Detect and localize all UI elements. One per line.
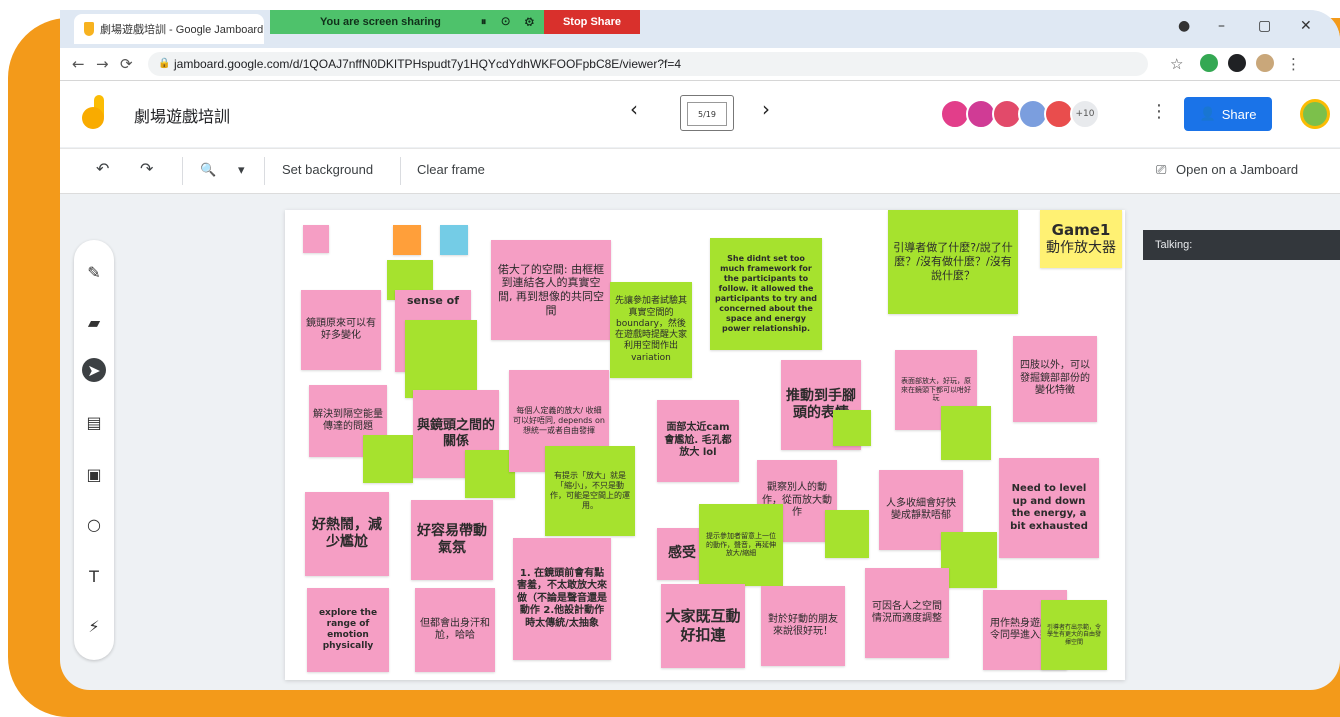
sticky-note[interactable]: 引導者做了什麼?/說了什麼？/沒有做什麼？/沒有說什麼？: [888, 210, 1018, 314]
frame-bar-button[interactable]: 5/19: [680, 95, 734, 131]
sticky-note-small[interactable]: [941, 532, 997, 588]
screen-share-text: You are screen sharing: [320, 16, 441, 28]
toolbar-divider: [264, 157, 265, 185]
share-controls-icon[interactable]: ⏸ ⊙ ⚙: [481, 16, 540, 29]
sticky-note-small[interactable]: [440, 225, 468, 255]
sticky-note[interactable]: 引導者冇出示範，令學生有更大的自由發揮空間: [1041, 600, 1107, 670]
share-button[interactable]: 👤 Share: [1184, 97, 1272, 131]
sticky-note-small[interactable]: [465, 450, 515, 498]
laser-tool-icon[interactable]: ⚡: [82, 614, 106, 638]
minimize-icon[interactable]: –: [1218, 18, 1225, 34]
extensions-puzzle-icon[interactable]: [1228, 54, 1246, 72]
sticky-note[interactable]: explore the range of emotion physically: [307, 588, 389, 672]
sticky-note-small[interactable]: [825, 510, 869, 558]
sticky-note[interactable]: She didnt set too much framework for the…: [710, 238, 822, 350]
sticky-note[interactable]: 1. 在鏡頭前會有點害羞，不太敢放大來做（不論是聲音還是動作 2.他設計動作時太…: [513, 538, 611, 660]
sticky-note-small[interactable]: [393, 225, 421, 255]
jamboard-favicon-icon: [84, 22, 94, 36]
tab-bar: 劇場遊戲培訓 - Google Jamboard You are screen …: [60, 10, 1340, 48]
jamboard-logo-icon[interactable]: [82, 95, 110, 129]
sticky-note-small[interactable]: [405, 320, 477, 398]
next-frame-icon[interactable]: ›: [762, 97, 770, 121]
maximize-icon[interactable]: ▢: [1258, 18, 1271, 34]
redo-icon[interactable]: ↷: [140, 159, 153, 179]
jamboard-header: 劇場遊戲培訓 ‹ 5/19 › +10 ⋮ 👤 Share: [60, 81, 1340, 147]
sticky-note-small[interactable]: [833, 410, 871, 446]
jam-canvas[interactable]: 鏡頭原來可以有好多變化 sense of 偌大了的空間: 由框框到連結各人的真實…: [285, 210, 1125, 680]
sticky-note-tool-icon[interactable]: ▤: [82, 410, 106, 434]
sticky-note[interactable]: 四肢以外，可以發掘鏡部部份的變化特徵: [1013, 336, 1097, 422]
clear-frame-button[interactable]: Clear frame: [417, 162, 485, 177]
prev-frame-icon[interactable]: ‹: [630, 97, 638, 121]
text-box-tool-icon[interactable]: T: [82, 564, 106, 588]
sticky-note[interactable]: 可因各人之空間情況而適度調整: [865, 568, 949, 658]
extension-grammarly-icon[interactable]: [1200, 54, 1218, 72]
bookmark-star-icon[interactable]: ☆: [1170, 55, 1183, 73]
sticky-note-small[interactable]: [363, 435, 413, 483]
sticky-note[interactable]: 對於好動的朋友來說很好玩！: [761, 586, 845, 666]
profile-icon[interactable]: ●: [1178, 18, 1190, 34]
browser-tab[interactable]: 劇場遊戲培訓 - Google Jamboard: [74, 14, 264, 44]
address-bar: ← → ⟳ 🔒 jamboard.google.com/d/1QOAJ7nffN…: [60, 48, 1340, 81]
jam-toolbar: ↶ ↷ 🔍 ▾ Set background Clear frame ⎚ Ope…: [60, 148, 1340, 194]
talking-label: Talking:: [1155, 239, 1193, 251]
set-background-button[interactable]: Set background: [282, 162, 373, 177]
sticky-note[interactable]: 好熱鬧，減少尷尬: [305, 492, 389, 576]
talking-indicator: Talking:: [1143, 230, 1340, 260]
select-tool-icon[interactable]: ➤: [82, 358, 106, 382]
sticky-note[interactable]: 先讓參加者試驗其真實空間的boundary，然後在遊戲時提醒大家利用空間作出va…: [610, 282, 692, 378]
tool-rail: ✎ ▰ ➤ ▤ ▣ ○ T ⚡: [74, 240, 114, 660]
url-field[interactable]: 🔒 jamboard.google.com/d/1QOAJ7nffN0DKITP…: [148, 52, 1148, 76]
zoom-icon[interactable]: 🔍: [200, 162, 216, 178]
sticky-note[interactable]: Need to level up and down the energy, a …: [999, 458, 1099, 558]
shape-tool-icon[interactable]: ○: [82, 512, 106, 536]
stop-share-label: Stop Share: [562, 16, 622, 28]
sticky-note[interactable]: 偌大了的空間: 由框框到連結各人的真實空間, 再到想像的共同空間: [491, 240, 611, 340]
browser-menu-icon[interactable]: ⋮: [1286, 55, 1301, 73]
image-tool-icon[interactable]: ▣: [82, 462, 106, 486]
sticky-note[interactable]: 好容易帶動氣氛: [411, 500, 493, 580]
sticky-note[interactable]: 提示參加者留意上一位的動作，聲音，再延伸放大/縮細: [699, 504, 783, 586]
sticky-note-game1[interactable]: Game1 動作放大器: [1040, 210, 1122, 268]
undo-icon[interactable]: ↶: [96, 159, 109, 179]
sticky-note-small[interactable]: [941, 406, 991, 460]
lock-icon: 🔒: [158, 58, 171, 69]
eraser-tool-icon[interactable]: ▰: [82, 310, 106, 334]
more-collaborators-count[interactable]: +10: [1070, 99, 1100, 129]
reload-icon[interactable]: ⟳: [120, 55, 133, 73]
zoom-dropdown-icon[interactable]: ▾: [238, 162, 245, 178]
back-icon[interactable]: ←: [72, 55, 85, 73]
user-avatar[interactable]: [1300, 99, 1330, 129]
game1-subtitle: 動作放大器: [1046, 239, 1116, 256]
url-text: jamboard.google.com/d/1QOAJ7nffN0DKITPHs…: [174, 57, 682, 71]
sticky-note[interactable]: 有提示「放大」就是「縮小」，不只是動作，可能是空間上的運用。: [545, 446, 635, 536]
tab-title: 劇場遊戲培訓 - Google Jamboard: [100, 24, 264, 36]
close-window-icon[interactable]: ✕: [1300, 18, 1312, 34]
profile-avatar-icon[interactable]: [1256, 54, 1274, 72]
screen-area: 劇場遊戲培訓 - Google Jamboard You are screen …: [60, 10, 1340, 690]
collaborator-avatars: +10: [940, 99, 1100, 129]
sticky-note[interactable]: 大家既互動好扣連: [661, 584, 745, 668]
sticky-note[interactable]: 鏡頭原來可以有好多變化: [301, 290, 381, 370]
game1-title: Game1: [1051, 220, 1111, 239]
jam-title[interactable]: 劇場遊戲培訓: [134, 103, 230, 127]
sticky-note-small[interactable]: [303, 225, 329, 253]
toolbar-divider: [182, 157, 183, 185]
share-person-icon: 👤: [1199, 106, 1216, 121]
toolbar-divider: [400, 157, 401, 185]
forward-icon[interactable]: →: [96, 55, 109, 73]
share-label: Share: [1221, 106, 1257, 122]
open-on-jamboard-button[interactable]: Open on a Jamboard: [1176, 162, 1298, 177]
stop-share-button[interactable]: Stop Share: [544, 10, 640, 34]
sticky-note[interactable]: 但都會出身汗和尬，哈哈: [415, 588, 495, 672]
cast-icon[interactable]: ⎚: [1156, 162, 1166, 178]
more-options-icon[interactable]: ⋮: [1150, 101, 1168, 122]
pen-tool-icon[interactable]: ✎: [82, 260, 106, 284]
frame-indicator: 5/19: [687, 102, 727, 126]
sticky-note[interactable]: 面部太近cam 會尷尬. 毛孔都放大 lol: [657, 400, 739, 482]
